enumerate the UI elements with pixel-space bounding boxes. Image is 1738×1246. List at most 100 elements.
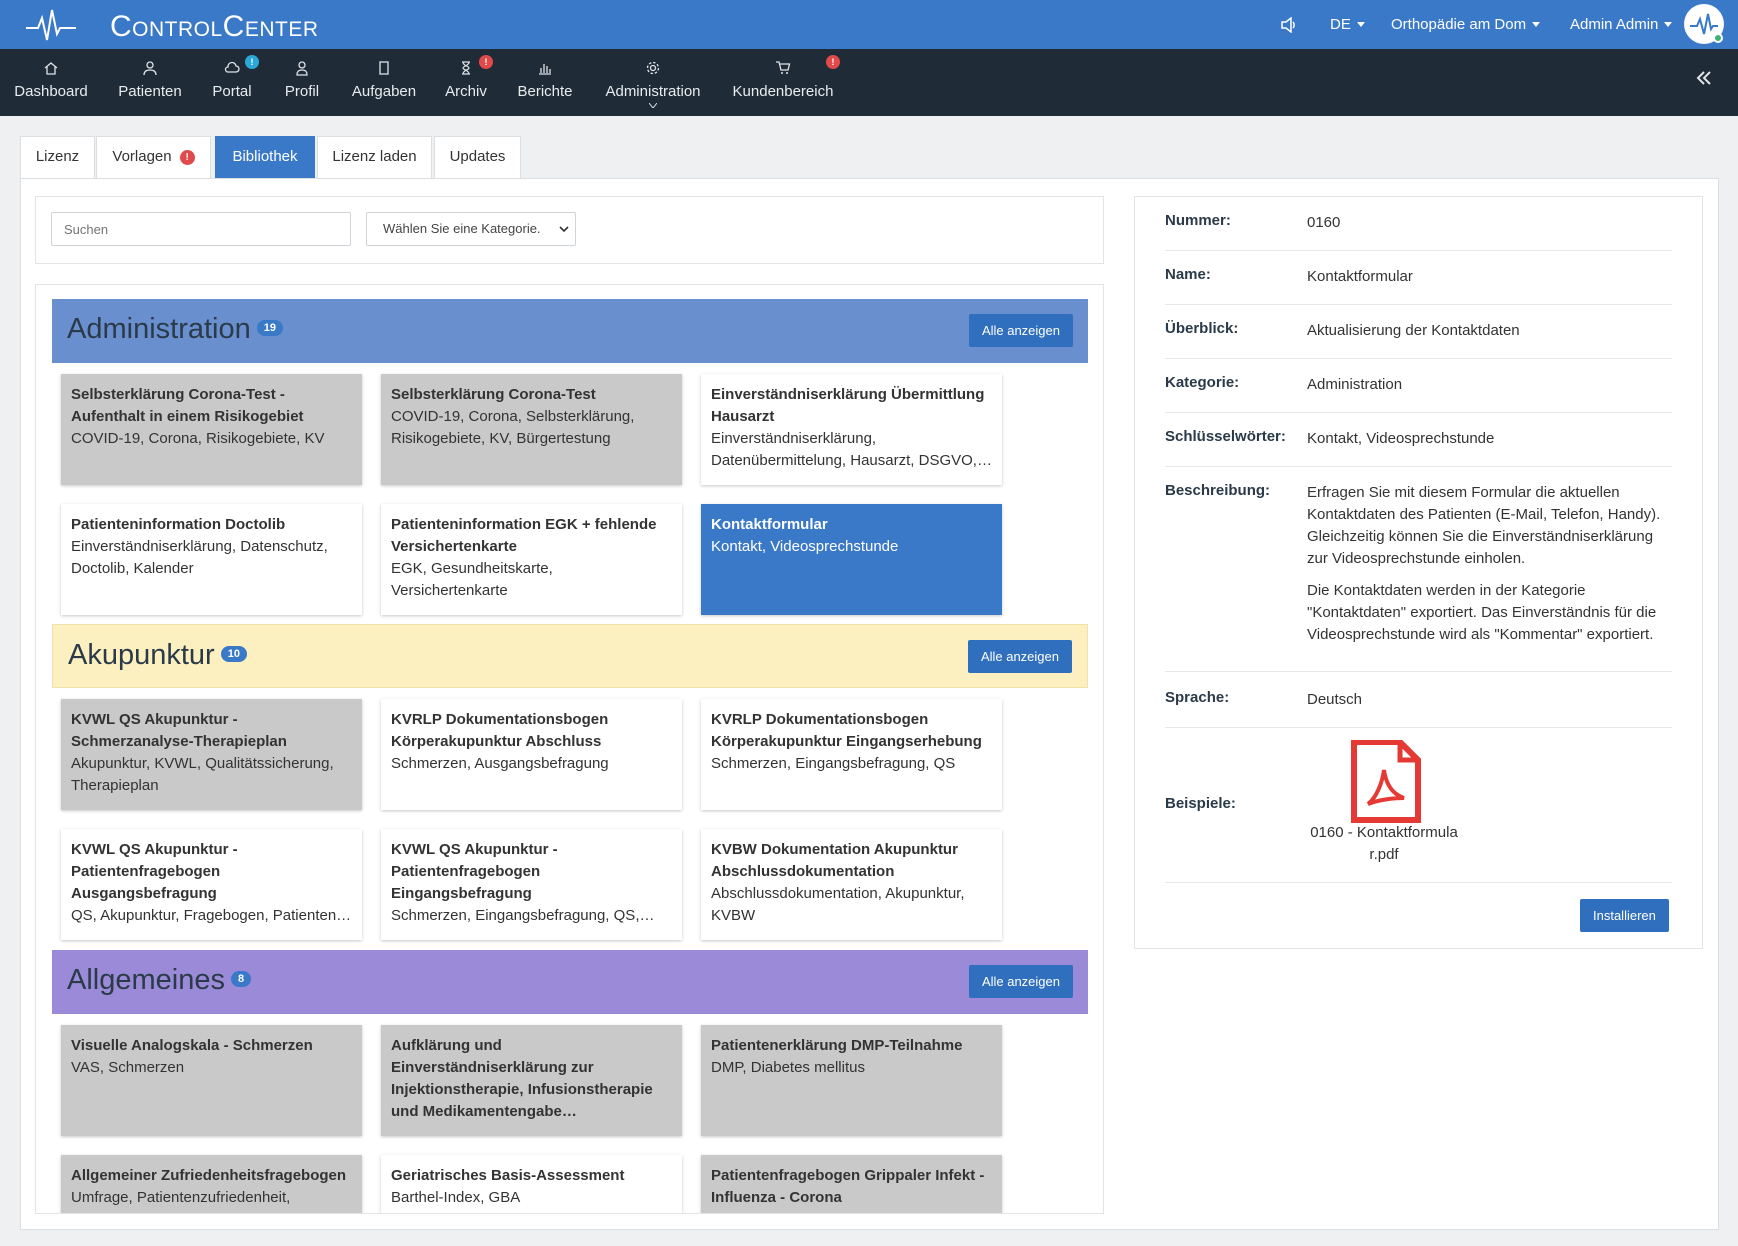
detail-row-category: Kategorie: Administration: [1165, 374, 1672, 413]
template-card[interactable]: Patientenerklärung DMP-Teilnahme DMP, Dia…: [701, 1025, 1002, 1136]
clipboard-icon: [379, 61, 389, 75]
card-keywords: Akupunktur, KVWL, Qualitätssicherung, Th…: [71, 755, 334, 794]
template-card[interactable]: KVWL QS Akupunktur - Schmerzanalyse-Ther…: [61, 699, 362, 810]
category-title: Akupunktur 10: [68, 639, 247, 672]
template-card[interactable]: KVWL QS Akupunktur - Patientenfragebogen…: [381, 829, 682, 940]
pulse-logo-icon: [26, 9, 76, 41]
card-keywords: Schmerzen, Ausgangsbefragung: [391, 755, 609, 772]
nav-patienten[interactable]: Patienten: [110, 49, 190, 116]
card-keywords: DMP, Diabetes mellitus: [711, 1059, 865, 1076]
tab-vorlagen[interactable]: Vorlagen!: [96, 136, 211, 178]
card-keywords: Abschlussdokumentation, Akupunktur, KVBW: [711, 885, 965, 924]
card-title: KVBW Dokumentation Akupunktur Abschlussd…: [711, 841, 958, 880]
card-title: KVWL QS Akupunktur - Patientenfragebogen…: [391, 841, 558, 902]
nav-kundenbereich[interactable]: Kundenbereich: [730, 49, 836, 116]
clinic-dropdown[interactable]: Orthopädie am Dom: [1391, 0, 1541, 49]
card-title: KVRLP Dokumentationsbogen Körperakupunkt…: [711, 711, 982, 750]
user-icon: [296, 61, 308, 76]
nav-dashboard[interactable]: Dashboard: [8, 49, 94, 116]
chevron-down-icon: [559, 226, 569, 233]
template-card[interactable]: Selbsterklärung Corona-Test - Aufenthalt…: [61, 374, 362, 485]
detail-value: 0160: [1307, 214, 1341, 231]
card-title: Selbsterklärung Corona-Test - Aufenthalt…: [71, 386, 304, 425]
template-card[interactable]: KVWL QS Akupunktur - Patientenfragebogen…: [61, 829, 362, 940]
language-dropdown[interactable]: DE: [1330, 0, 1365, 49]
card-keywords: Kontakt, Videosprechstunde: [711, 538, 899, 555]
card-keywords: COVID-19, Corona, Risikogebiete, KV: [71, 430, 325, 447]
detail-value: Deutsch: [1307, 691, 1363, 708]
detail-description-paragraph: Erfragen Sie mit diesem Formular die akt…: [1307, 484, 1661, 567]
tab-lizenz[interactable]: Lizenz: [20, 136, 95, 178]
template-card[interactable]: Patientenfragebogen Grippaler Infekt - I…: [701, 1155, 1002, 1213]
cloud-icon: [224, 61, 240, 73]
chart-icon: [539, 64, 551, 75]
example-file-name[interactable]: 0160 - Kontaktformula r.pdf: [1300, 822, 1468, 866]
template-card[interactable]: Aufklärung und Einverständniserklärung z…: [381, 1025, 682, 1136]
category-select[interactable]: Wählen Sie eine Kategorie.: [366, 212, 576, 246]
detail-description-paragraph: Die Kontaktdaten werden in der Kategorie…: [1307, 582, 1657, 643]
chevron-down-icon: [1356, 22, 1365, 27]
template-card[interactable]: Allgemeiner Zufriedenheitsfragebogen Umfr…: [61, 1155, 362, 1213]
tab-bibliothek[interactable]: Bibliothek: [215, 136, 315, 178]
nav-berichte[interactable]: Berichte: [514, 49, 576, 116]
show-all-button[interactable]: Alle anzeigen: [968, 965, 1073, 998]
card-title: Selbsterklärung Corona-Test: [391, 386, 596, 403]
detail-label: Name:: [1165, 266, 1211, 283]
vorlagen-alert-badge: !: [179, 149, 195, 165]
nav-label: Aufgaben: [351, 83, 417, 100]
template-card[interactable]: Geriatrisches Basis-Assessment Barthel-In…: [381, 1155, 682, 1213]
category-count-badge: 8: [230, 971, 252, 988]
category-header-allgemeines: Allgemeines 8 Alle anzeigen: [52, 950, 1088, 1014]
template-card[interactable]: Patienteninformation Doctolib Einverständ…: [61, 504, 362, 615]
template-card-selected[interactable]: Kontaktformular Kontakt, Videosprechstund…: [701, 504, 1002, 615]
detail-value: Kontakt, Videosprechstunde: [1307, 430, 1495, 447]
card-title: Patienteninformation Doctolib: [71, 516, 286, 533]
chevron-down-icon: [1532, 22, 1541, 27]
card-title: KVWL QS Akupunktur - Patientenfragebogen…: [71, 841, 238, 902]
cart-icon: [776, 61, 791, 74]
category-header-akupunktur: Akupunktur 10 Alle anzeigen: [52, 624, 1088, 688]
chevron-down-icon: [1664, 22, 1673, 27]
nav-label: Portal: [212, 83, 252, 100]
archiv-notification-badge: !: [479, 55, 493, 69]
template-card[interactable]: Visuelle Analogskala - Schmerzen VAS, Sch…: [61, 1025, 362, 1136]
detail-label: Überblick:: [1165, 320, 1239, 337]
tab-updates[interactable]: Updates: [434, 136, 521, 178]
patients-icon: [143, 61, 157, 76]
nav-aufgaben[interactable]: Aufgaben: [350, 49, 418, 116]
card-title: Allgemeiner Zufriedenheitsfragebogen: [71, 1167, 347, 1184]
collapse-sidebar-icon[interactable]: [1694, 68, 1714, 88]
detail-label: Kategorie:: [1165, 374, 1240, 391]
show-all-button[interactable]: Alle anzeigen: [968, 314, 1073, 347]
card-title: Patientenerklärung DMP-Teilnahme: [711, 1037, 963, 1054]
detail-label: Sprache:: [1165, 689, 1230, 706]
template-card[interactable]: KVRLP Dokumentationsbogen Körperakupunkt…: [701, 699, 1002, 810]
nav-profil[interactable]: Profil: [280, 49, 324, 116]
template-card[interactable]: KVRLP Dokumentationsbogen Körperakupunkt…: [381, 699, 682, 810]
template-card[interactable]: Einverständniserklärung Übermittlung Hau…: [701, 374, 1002, 485]
category-count-badge: 19: [256, 320, 283, 337]
nav-label: Patienten: [118, 83, 182, 100]
nav-label: Kundenbereich: [732, 83, 834, 100]
search-input[interactable]: [51, 212, 351, 246]
template-list-panel: Administration 19 Alle anzeigen Selbsterk…: [35, 284, 1104, 1214]
app-brand[interactable]: ControlCenter: [110, 10, 319, 44]
gear-icon: [646, 61, 660, 75]
tab-lizenz-laden[interactable]: Lizenz laden: [317, 136, 432, 178]
category-title: Allgemeines 8: [67, 964, 252, 997]
template-card[interactable]: KVBW Dokumentation Akupunktur Abschlussd…: [701, 829, 1002, 940]
nav-label: Dashboard: [14, 83, 88, 100]
install-button[interactable]: Installieren: [1580, 899, 1669, 932]
template-card[interactable]: Selbsterklärung Corona-Test COVID-19, Cor…: [381, 374, 682, 485]
card-title: KVRLP Dokumentationsbogen Körperakupunkt…: [391, 711, 609, 750]
nav-label: Archiv: [445, 83, 487, 100]
card-title: Patienteninformation EGK + fehlende Vers…: [391, 516, 657, 555]
category-header-administration: Administration 19 Alle anzeigen: [52, 299, 1088, 363]
show-all-button[interactable]: Alle anzeigen: [967, 640, 1072, 673]
speaker-icon[interactable]: [1280, 0, 1306, 49]
pdf-file-icon[interactable]: [1346, 740, 1426, 824]
card-keywords: Einverständniserklärung, Datenübermittel…: [711, 430, 992, 469]
template-card[interactable]: Patienteninformation EGK + fehlende Vers…: [381, 504, 682, 615]
user-dropdown[interactable]: Admin Admin: [1570, 0, 1673, 49]
detail-value: Aktualisierung der Kontaktdaten: [1307, 322, 1520, 339]
